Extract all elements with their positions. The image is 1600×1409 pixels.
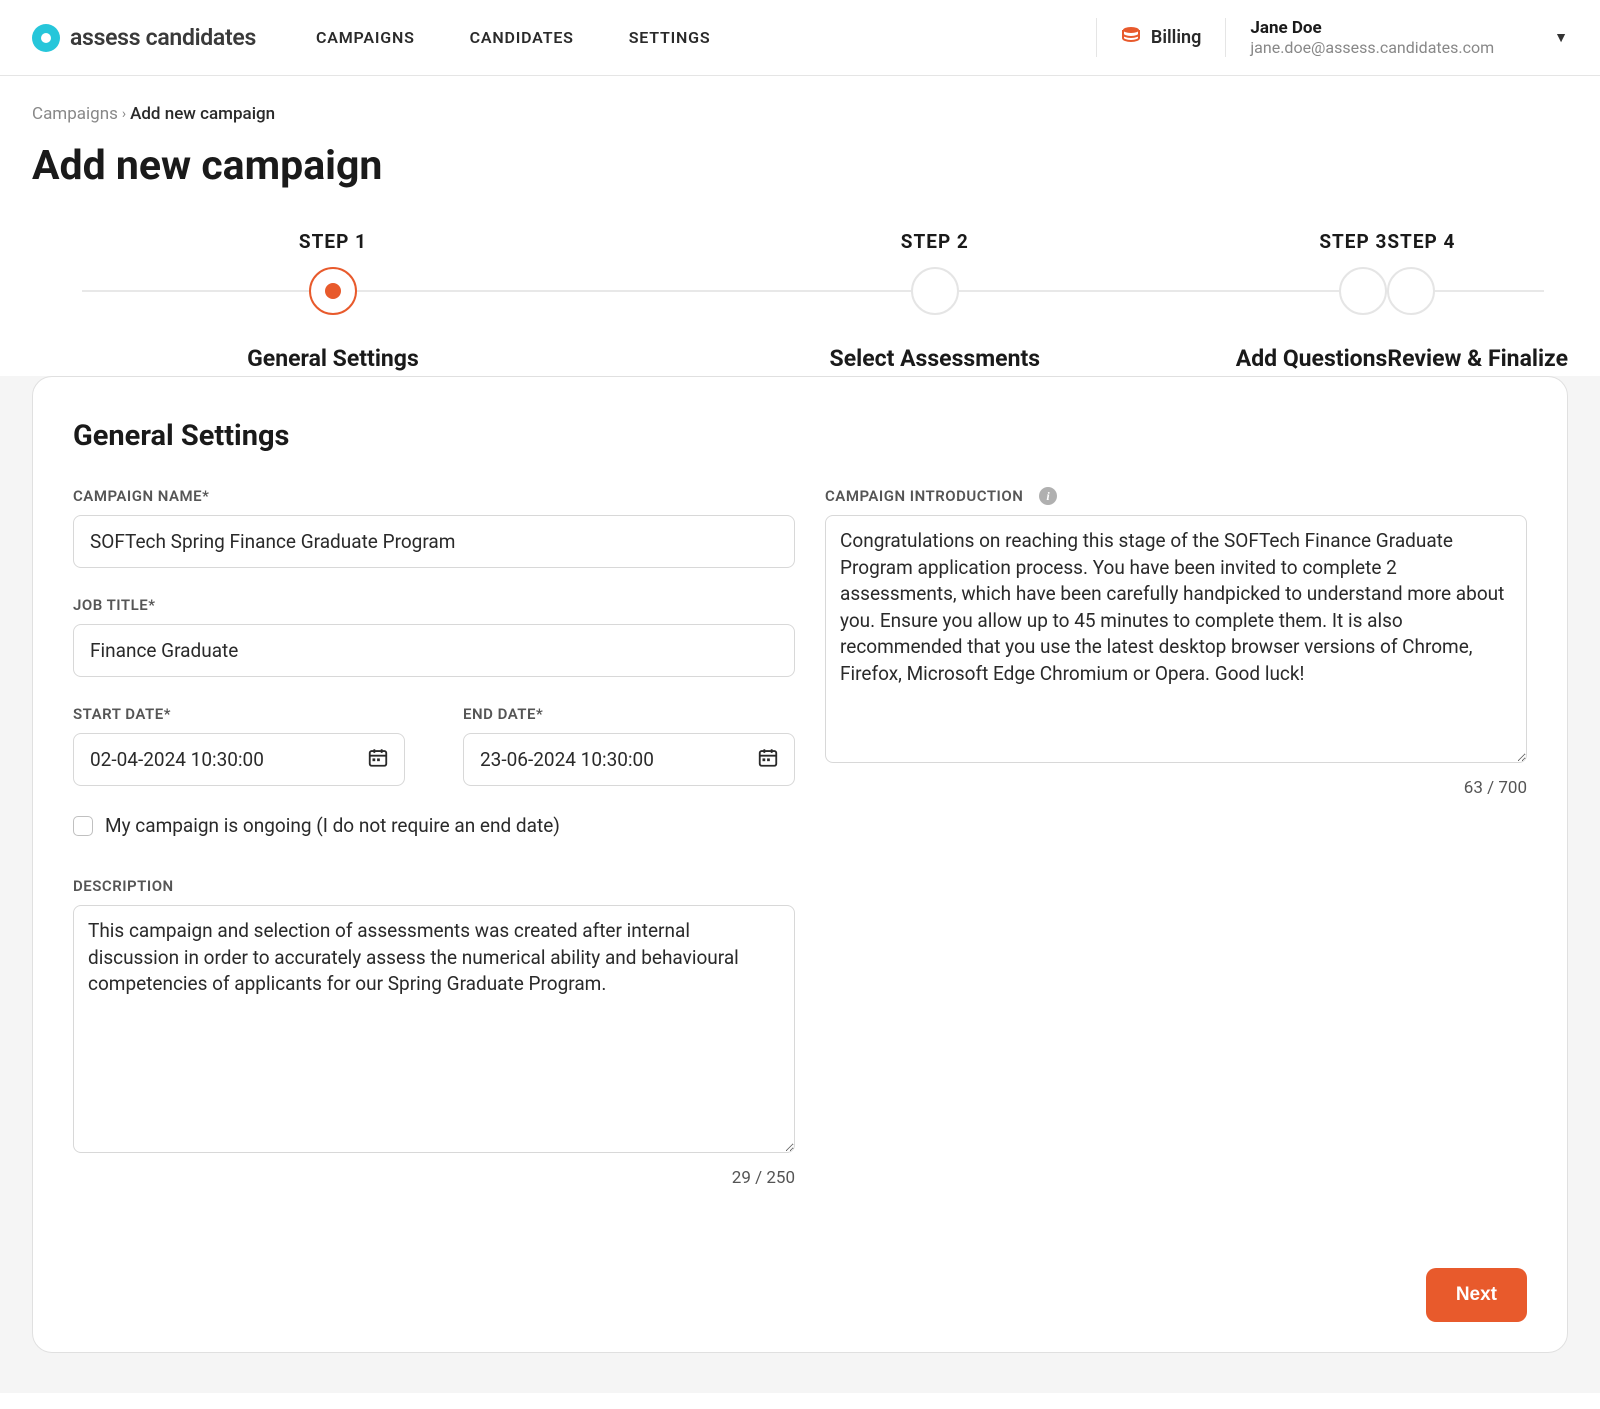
app-header: assess candidates CAMPAIGNS CANDIDATES S… — [0, 0, 1600, 76]
step-2[interactable]: STEP 2 Select Assessments — [634, 230, 1236, 372]
step-1[interactable]: STEP 1 General Settings — [32, 230, 634, 372]
user-email: jane.doe@assess.candidates.com — [1250, 38, 1494, 57]
stepper: STEP 1 General Settings STEP 2 Select As… — [32, 230, 1568, 372]
ongoing-checkbox[interactable] — [73, 816, 93, 836]
step-title: General Settings — [247, 345, 419, 372]
ongoing-checkbox-row[interactable]: My campaign is ongoing (I do not require… — [73, 814, 795, 837]
nav-candidates[interactable]: CANDIDATES — [470, 28, 574, 47]
nav-campaigns[interactable]: CAMPAIGNS — [316, 28, 415, 47]
step-title: Select Assessments — [830, 345, 1041, 372]
next-button[interactable]: Next — [1426, 1268, 1527, 1322]
step-number: STEP 2 — [901, 230, 969, 253]
billing-link[interactable]: Billing — [1096, 18, 1225, 57]
general-settings-card: General Settings CAMPAIGN NAME* JOB TITL… — [32, 376, 1568, 1353]
content-area: Campaigns › Add new campaign Add new cam… — [0, 76, 1600, 372]
top-nav: CAMPAIGNS CANDIDATES SETTINGS — [316, 28, 710, 47]
step-circle-icon — [1387, 267, 1435, 315]
job-title-label: JOB TITLE* — [73, 596, 795, 614]
step-circle-icon — [309, 267, 357, 315]
header-right: Billing Jane Doe jane.doe@assess.candida… — [1096, 18, 1568, 57]
ongoing-checkbox-label: My campaign is ongoing (I do not require… — [105, 814, 560, 837]
user-name: Jane Doe — [1250, 18, 1494, 38]
billing-icon — [1121, 26, 1141, 49]
start-date-input[interactable] — [73, 733, 405, 786]
step-number: STEP 3 — [1319, 230, 1387, 253]
intro-textarea[interactable] — [825, 515, 1527, 763]
user-menu[interactable]: Jane Doe jane.doe@assess.candidates.com … — [1225, 18, 1568, 57]
end-date-input[interactable] — [463, 733, 795, 786]
end-date-label: END DATE* — [463, 705, 795, 723]
job-title-input[interactable] — [73, 624, 795, 677]
user-info: Jane Doe jane.doe@assess.candidates.com — [1250, 18, 1494, 57]
step-3[interactable]: STEP 3 Add Questions — [1236, 230, 1388, 372]
intro-label: CAMPAIGN INTRODUCTION i — [825, 487, 1527, 505]
chevron-right-icon: › — [122, 106, 126, 122]
chevron-down-icon: ▼ — [1554, 29, 1568, 46]
step-4[interactable]: STEP 4 Review & Finalize — [1387, 230, 1568, 372]
brand-logo[interactable]: assess candidates — [32, 24, 256, 52]
lower-background: General Settings CAMPAIGN NAME* JOB TITL… — [0, 376, 1600, 1393]
page-title: Add new campaign — [32, 142, 1568, 190]
step-circle-icon — [911, 267, 959, 315]
brand-icon — [32, 24, 60, 52]
breadcrumb: Campaigns › Add new campaign — [32, 104, 1568, 124]
card-title: General Settings — [73, 419, 1527, 453]
brand-name: assess candidates — [70, 24, 256, 51]
start-date-label: START DATE* — [73, 705, 405, 723]
step-number: STEP 4 — [1387, 230, 1568, 253]
step-number: STEP 1 — [299, 230, 367, 253]
campaign-name-input[interactable] — [73, 515, 795, 568]
intro-label-text: CAMPAIGN INTRODUCTION — [825, 487, 1023, 505]
description-counter: 29 / 250 — [73, 1168, 795, 1188]
step-title: Add Questions — [1236, 345, 1388, 372]
form-right-column: CAMPAIGN INTRODUCTION i 63 / 700 — [825, 487, 1527, 1188]
intro-counter: 63 / 700 — [825, 778, 1527, 798]
nav-settings[interactable]: SETTINGS — [629, 28, 711, 47]
form-left-column: CAMPAIGN NAME* JOB TITLE* START DATE* — [73, 487, 795, 1188]
breadcrumb-root[interactable]: Campaigns — [32, 104, 118, 124]
step-circle-icon — [1339, 267, 1387, 315]
description-label: DESCRIPTION — [73, 877, 795, 895]
billing-label: Billing — [1151, 27, 1201, 48]
step-title: Review & Finalize — [1387, 345, 1568, 372]
breadcrumb-current: Add new campaign — [130, 104, 275, 124]
campaign-name-label: CAMPAIGN NAME* — [73, 487, 795, 505]
info-icon[interactable]: i — [1039, 487, 1057, 505]
description-textarea[interactable] — [73, 905, 795, 1153]
